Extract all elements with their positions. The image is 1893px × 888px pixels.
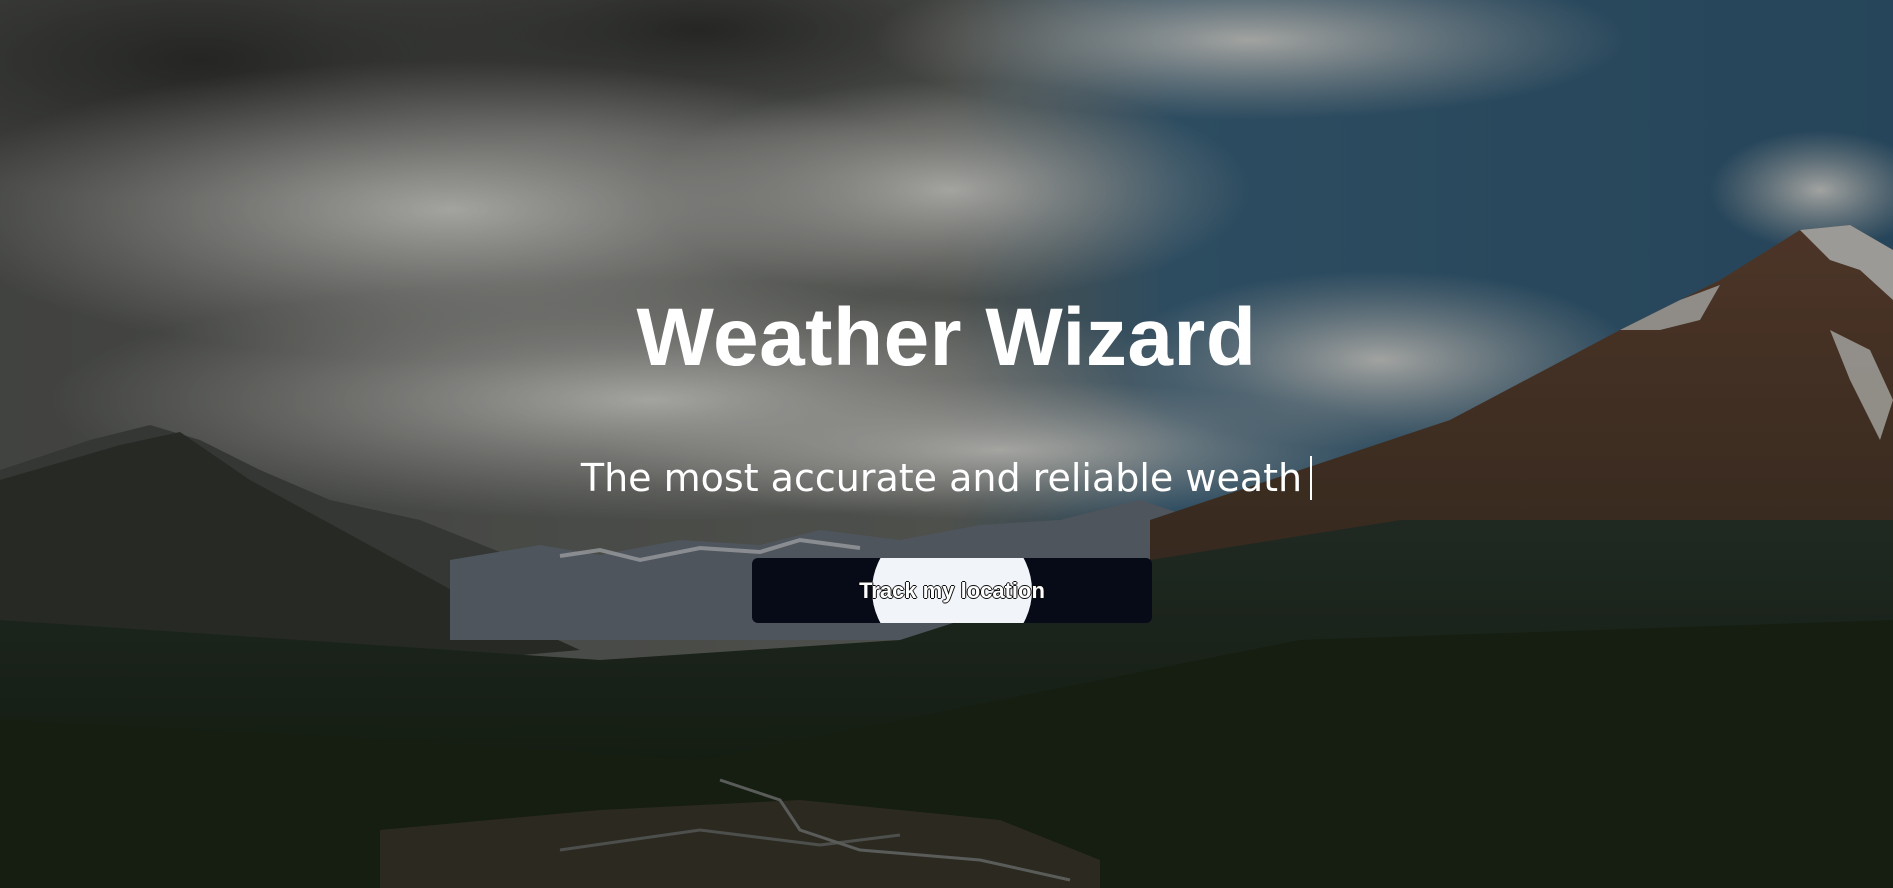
- typing-caret: [1310, 456, 1313, 500]
- track-location-label-wrap: Track my location: [752, 558, 1152, 623]
- page-title: Weather Wizard: [636, 292, 1257, 383]
- hero-section: Weather Wizard The most accurate and rel…: [0, 0, 1893, 888]
- hero-content: Weather Wizard The most accurate and rel…: [0, 0, 1893, 888]
- tagline-typewriter-text: The most accurate and reliable weath: [580, 456, 1303, 500]
- track-location-button[interactable]: Track my location: [752, 558, 1152, 623]
- track-location-label: Track my location: [859, 578, 1045, 603]
- tagline-container: The most accurate and reliable weath: [0, 452, 1893, 504]
